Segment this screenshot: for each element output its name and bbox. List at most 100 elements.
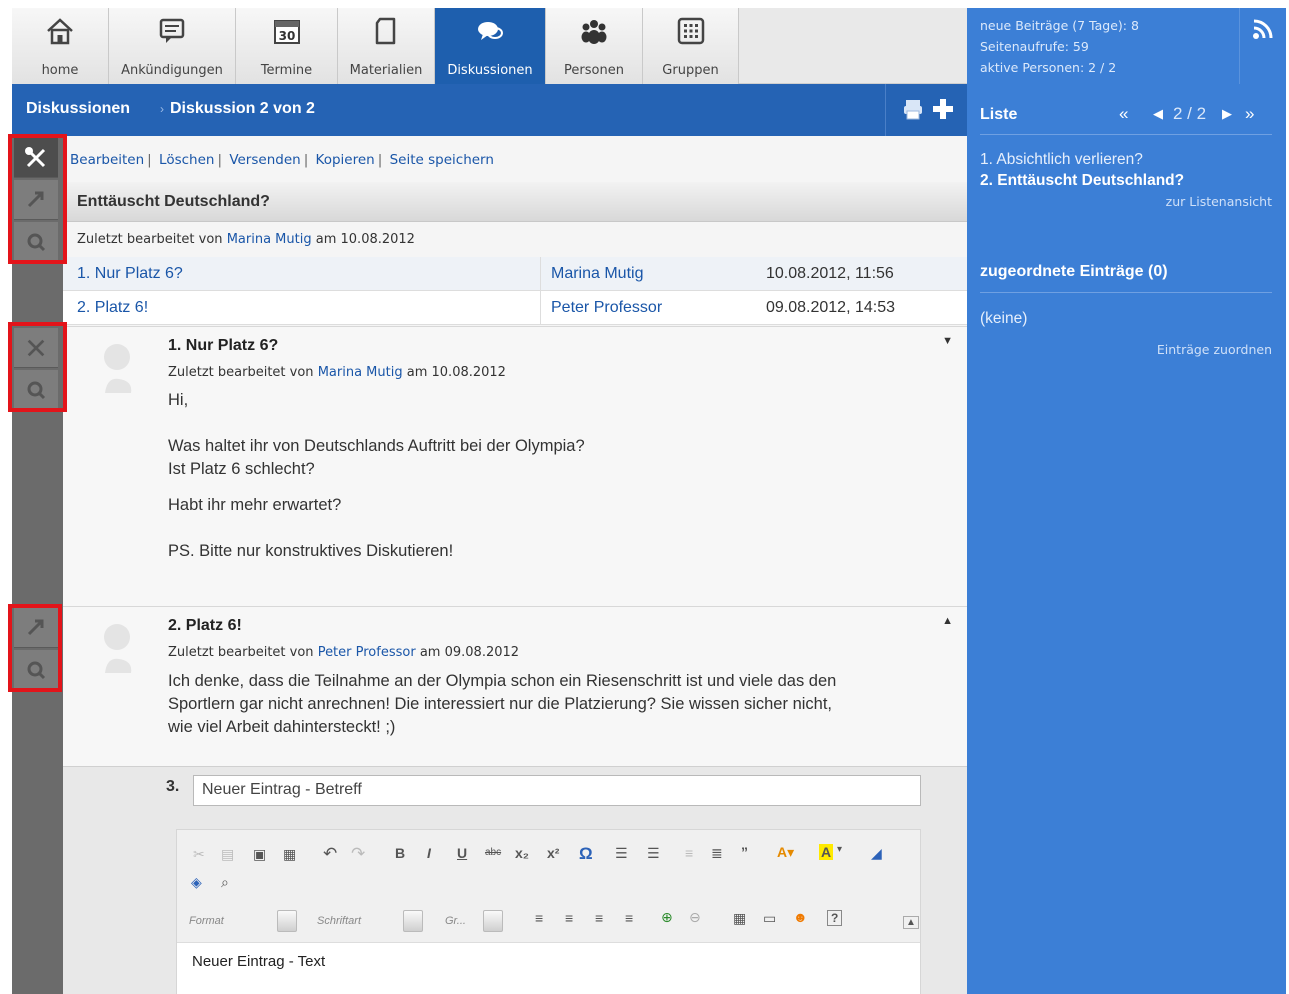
smiley-icon[interactable]: ☻ xyxy=(793,909,808,925)
indent-icon[interactable]: ≣ xyxy=(711,845,723,862)
author-link[interactable]: Marina Mutig xyxy=(227,232,312,247)
toc-entry-title[interactable]: 2. Platz 6! xyxy=(77,299,148,317)
chevron-down-icon[interactable]: ▾ xyxy=(837,844,842,855)
editor-text-area[interactable]: Neuer Eintrag - Text xyxy=(177,942,920,994)
left-tool-strip xyxy=(12,136,63,994)
italic-icon[interactable]: I xyxy=(427,845,431,861)
numbered-list-icon[interactable]: ☰ xyxy=(615,845,628,862)
preview-icon[interactable]: ⌕ xyxy=(221,874,229,891)
align-center-icon[interactable]: ≡ xyxy=(565,910,573,926)
body-line: wie viel Arbeit dahintersteckt! ;) xyxy=(168,718,396,736)
save-page-link[interactable]: Seite speichern xyxy=(390,152,494,168)
undo-icon[interactable]: ↶ xyxy=(323,844,337,864)
outdent-icon[interactable]: ≡ xyxy=(685,845,693,861)
special-char-icon[interactable]: Ω xyxy=(579,844,593,864)
paste-icon[interactable]: ▣ xyxy=(253,846,266,863)
superscript-icon[interactable]: x² xyxy=(547,845,559,861)
divider xyxy=(980,134,1272,135)
column-divider xyxy=(540,257,541,291)
calendar-icon: 30 xyxy=(273,20,300,44)
underline-icon[interactable]: U xyxy=(457,845,467,861)
send-link[interactable]: Versenden xyxy=(229,152,300,168)
discussion-title: Enttäuscht Deutschland? xyxy=(77,193,270,210)
add-icon[interactable] xyxy=(932,98,954,120)
strikethrough-icon[interactable]: abc xyxy=(485,847,501,858)
redo-icon[interactable]: ↷ xyxy=(351,844,365,864)
align-right-icon[interactable]: ≡ xyxy=(595,910,603,926)
author-link[interactable]: Marina Mutig xyxy=(318,365,403,380)
rss-button[interactable] xyxy=(1239,8,1286,84)
meta-prefix: Zuletzt bearbeitet von xyxy=(168,645,314,660)
source-icon[interactable]: ◈ xyxy=(191,874,202,891)
list-item[interactable]: 1. Absichtlich verlieren? xyxy=(980,151,1143,169)
collapse-toolbar-icon[interactable]: ▲ xyxy=(903,916,919,929)
blockquote-icon[interactable]: ” xyxy=(741,844,748,860)
text-color-icon[interactable]: A▾ xyxy=(777,844,794,861)
document-icon xyxy=(375,17,396,45)
nav-tab-announcements[interactable]: Ankündigungen xyxy=(109,8,236,84)
nav-tab-appointments[interactable]: 30 Termine xyxy=(236,8,338,84)
horizontal-rule-icon[interactable]: ▭ xyxy=(763,910,776,927)
assigned-none: (keine) xyxy=(980,310,1028,327)
align-justify-icon[interactable]: ≡ xyxy=(625,910,633,926)
header-tools xyxy=(885,84,967,136)
divider xyxy=(980,292,1272,293)
delete-link[interactable]: Löschen xyxy=(159,152,214,168)
background-color-icon[interactable]: A xyxy=(819,844,834,860)
bold-icon[interactable]: B xyxy=(395,845,405,861)
discussion-entry: 2. Platz 6! ▲ Zuletzt bearbeitet von Pet… xyxy=(63,606,967,766)
table-icon[interactable]: ▦ xyxy=(733,910,746,927)
announcement-icon xyxy=(159,18,185,43)
toc-entry-title[interactable]: 1. Nur Platz 6? xyxy=(77,265,183,283)
nav-tab-materials[interactable]: Materialien xyxy=(338,8,435,84)
body-line: Was haltet ihr von Deutschlands Auftritt… xyxy=(168,437,585,455)
nav-tab-people[interactable]: Personen xyxy=(546,8,643,84)
author-link[interactable]: Peter Professor xyxy=(318,645,416,660)
nav-tab-label: Ankündigungen xyxy=(121,63,223,78)
cut-icon[interactable]: ✂ xyxy=(193,846,205,863)
new-entry-number: 3. xyxy=(166,778,180,795)
body-line: Habt ihr mehr erwartet? xyxy=(168,496,342,514)
unlink-icon[interactable]: ⊖ xyxy=(689,909,701,926)
list-item-current[interactable]: 2. Enttäuscht Deutschland? xyxy=(980,172,1184,190)
help-icon[interactable]: ? xyxy=(827,910,843,926)
last-page-icon[interactable]: » xyxy=(1245,104,1254,124)
link-icon[interactable]: ⊕ xyxy=(661,909,673,926)
first-page-icon[interactable]: « xyxy=(1119,104,1128,124)
entry-meta: Zuletzt bearbeitet von Marina Mutig am 1… xyxy=(168,365,506,380)
avatar-icon xyxy=(104,344,132,393)
nav-tab-label: Gruppen xyxy=(662,63,719,78)
calendar-day: 30 xyxy=(278,29,295,43)
next-page-icon[interactable]: ▶ xyxy=(1222,106,1232,122)
subject-input[interactable]: Neuer Eintrag - Betreff xyxy=(193,775,921,806)
entry-table: 1. Nur Platz 6? Marina Mutig 10.08.2012,… xyxy=(63,257,967,325)
toc-entry-author[interactable]: Marina Mutig xyxy=(551,265,643,283)
paste-word-icon[interactable]: ▦ xyxy=(283,846,296,863)
format-select[interactable]: Format xyxy=(189,910,299,934)
subscript-icon[interactable]: x₂ xyxy=(515,845,529,861)
chevron-down-icon xyxy=(403,910,423,932)
prev-page-icon[interactable]: ◀ xyxy=(1153,106,1163,122)
align-left-icon[interactable]: ≡ xyxy=(535,910,543,926)
print-icon[interactable] xyxy=(902,98,924,120)
bullet-list-icon[interactable]: ☰ xyxy=(647,845,660,862)
nav-tab-groups[interactable]: Gruppen xyxy=(643,8,739,84)
copy-link[interactable]: Kopieren xyxy=(316,152,375,168)
copy-icon[interactable]: ▤ xyxy=(221,846,234,863)
edit-link[interactable]: Bearbeiten xyxy=(70,152,144,168)
nav-tab-home[interactable]: home xyxy=(12,8,109,84)
column-divider xyxy=(540,291,541,325)
body-line: PS. Bitte nur konstruktives Diskutieren! xyxy=(168,542,454,560)
toc-entry-author[interactable]: Peter Professor xyxy=(551,299,662,317)
collapse-icon[interactable]: ▼ xyxy=(942,335,953,347)
breadcrumb-root[interactable]: Diskussionen xyxy=(26,100,130,118)
nav-tab-discussions[interactable]: Diskussionen xyxy=(435,8,546,84)
nav-tab-label: Termine xyxy=(260,63,313,78)
size-select[interactable]: Gr... xyxy=(445,910,509,934)
font-select[interactable]: Schriftart xyxy=(317,910,427,934)
expand-icon[interactable]: ▲ xyxy=(942,615,953,627)
eraser-icon[interactable]: ◢ xyxy=(871,845,882,862)
assign-entries-link[interactable]: Einträge zuordnen xyxy=(1157,342,1272,357)
people-icon xyxy=(581,20,607,44)
list-view-link[interactable]: zur Listenansicht xyxy=(1166,194,1272,209)
